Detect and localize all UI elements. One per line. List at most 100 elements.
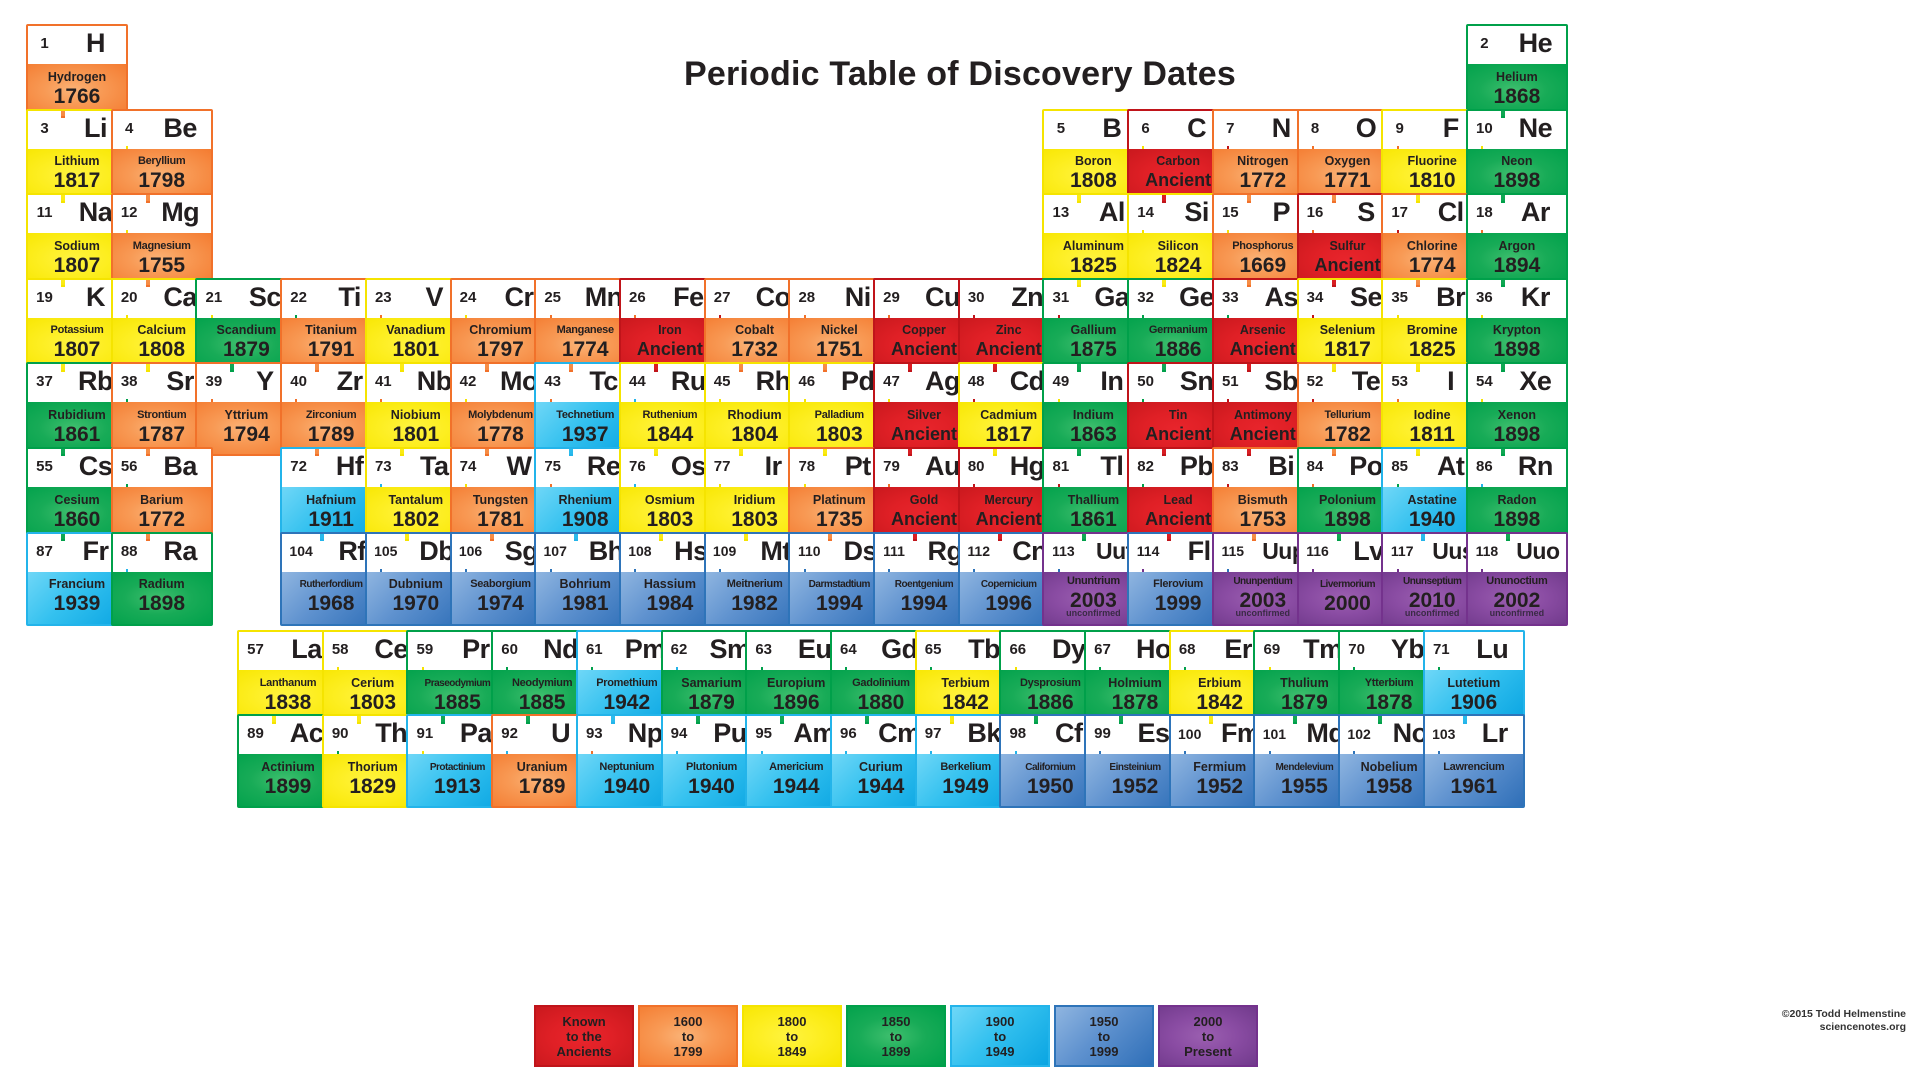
- element-name: Mendelevium: [1275, 761, 1334, 773]
- discovery-year: 1879: [688, 690, 735, 714]
- atomic-number: 110: [790, 533, 829, 569]
- discovery-year: 1772: [1239, 169, 1287, 193]
- discovery-year: Ancient: [1229, 423, 1296, 444]
- element-name: Uranium: [516, 759, 568, 774]
- legend-item-ancient[interactable]: Known to the Ancients: [534, 1005, 634, 1067]
- atomic-number: 63: [747, 632, 781, 667]
- element-name: Francium: [48, 577, 106, 592]
- legend-item-1850-1899[interactable]: 1850 to 1899: [846, 1005, 946, 1067]
- element-name: Sulfur: [1329, 238, 1366, 253]
- atomic-number: 11: [28, 195, 61, 231]
- element-symbol: Ra: [149, 533, 211, 569]
- element-cell-xe[interactable]: 54 Xe Xenon 1898: [1465, 362, 1568, 457]
- atomic-number: 113: [1044, 533, 1083, 569]
- atomic-number: 56: [112, 449, 146, 484]
- element-name: Samarium: [681, 675, 742, 690]
- element-cell-ra[interactable]: 88 Ra Radium 1898: [110, 531, 213, 626]
- element-symbol: Ar: [1504, 195, 1566, 231]
- element-name: Praseodymium: [424, 677, 491, 689]
- element-cell-mg[interactable]: 12 Mg Magnesium 1755: [110, 193, 213, 288]
- discovery-year: 1766: [53, 84, 101, 108]
- legend-label-line: to: [993, 1028, 1007, 1044]
- element-name: Hafnium: [306, 492, 357, 507]
- discovery-year: Ancient: [1145, 508, 1212, 529]
- element-cell-ne[interactable]: 10 Ne Neon 1898: [1465, 108, 1568, 203]
- discovery-year: 1807: [53, 338, 101, 362]
- discovery-year: 1803: [815, 422, 863, 446]
- element-name: Actinium: [261, 759, 315, 774]
- discovery-year: Ancient: [1145, 170, 1212, 191]
- element-name: Tellurium: [1324, 408, 1371, 421]
- atomic-number: 14: [1129, 195, 1163, 231]
- element-cell-ba[interactable]: 56 Ba Barium 1772: [110, 447, 213, 541]
- discovery-year: 1896: [772, 690, 820, 714]
- element-name: Zinc: [995, 323, 1022, 338]
- atomic-number: 31: [1044, 279, 1078, 315]
- atomic-number: 61: [577, 632, 611, 667]
- element-cell-he[interactable]: 2 He Helium 1868: [1465, 24, 1568, 118]
- element-cell-lu[interactable]: 71 Lu Lutetium 1906: [1422, 630, 1525, 724]
- element-name: Bohrium: [559, 577, 611, 592]
- element-name: Iridium: [733, 492, 776, 507]
- element-cell-h[interactable]: 1 H Hydrogen 1766: [26, 24, 128, 118]
- legend-label-line: to: [1201, 1028, 1215, 1044]
- atomic-number: 79: [875, 449, 908, 484]
- atomic-number: 32: [1129, 279, 1163, 315]
- atomic-number: 43: [536, 364, 570, 400]
- element-name: Europium: [767, 675, 826, 690]
- element-cell-lr[interactable]: 103 Lr Lawrencium 1961: [1422, 714, 1525, 808]
- legend-item-1950-1999[interactable]: 1950 to 1999: [1054, 1005, 1154, 1067]
- atomic-number: 66: [1001, 632, 1035, 667]
- discovery-year: 1842: [1196, 690, 1244, 714]
- element-name: Arsenic: [1239, 323, 1286, 338]
- atomic-number: 20: [112, 279, 146, 315]
- legend-label-line: 2000: [1193, 1013, 1223, 1029]
- element-symbol: Kr: [1504, 279, 1566, 315]
- discovery-year: 1817: [53, 169, 101, 193]
- legend-label-line: Known: [562, 1013, 606, 1029]
- discovery-year: 1808: [1070, 169, 1117, 193]
- atomic-number: 65: [916, 632, 950, 667]
- legend-label-line: Ancients: [556, 1043, 612, 1059]
- element-symbol: Ba: [149, 449, 211, 484]
- element-name: Livermorium: [1319, 579, 1376, 591]
- discovery-year: 1958: [1365, 774, 1413, 798]
- legend-item-1600-1799[interactable]: 1600 to 1799: [638, 1005, 738, 1067]
- atomic-number: 86: [1467, 449, 1501, 484]
- discovery-year: 1898: [1493, 169, 1541, 193]
- discovery-year: 1908: [561, 507, 609, 531]
- element-cell-uuo[interactable]: 118 Uuo Ununoctium 2002 unconfirmed: [1465, 531, 1568, 626]
- element-name: Americium: [769, 760, 824, 773]
- atomic-number: 104: [282, 533, 321, 569]
- atomic-number: 83: [1213, 449, 1247, 484]
- legend-item-1800-1849[interactable]: 1800 to 1849: [742, 1005, 842, 1067]
- element-cell-ar[interactable]: 18 Ar Argon 1894: [1465, 193, 1568, 288]
- atomic-number: 18: [1467, 195, 1501, 231]
- legend-swatch: 2000 to Present: [1160, 1007, 1256, 1065]
- legend-item-2000-present[interactable]: 2000 to Present: [1158, 1005, 1258, 1067]
- discovery-year: 1781: [477, 507, 524, 531]
- legend-label-line: to the: [566, 1028, 602, 1044]
- discovery-year: 1774: [561, 338, 609, 362]
- element-name: Molybdenum: [468, 408, 533, 421]
- element-name: Strontium: [137, 408, 187, 421]
- discovery-year: 1753: [1239, 507, 1287, 531]
- element-cell-kr[interactable]: 36 Kr Krypton 1898: [1465, 277, 1568, 372]
- element-cell-rn[interactable]: 86 Rn Radon 1898: [1465, 447, 1568, 541]
- discovery-year: 1911: [308, 507, 354, 531]
- cell-body: Ununoctium 2002 unconfirmed: [1467, 571, 1566, 624]
- discovery-year: 1968: [307, 592, 355, 616]
- atomic-number: 37: [28, 364, 61, 400]
- element-name: Iodine: [1413, 407, 1451, 422]
- atomic-number: 24: [451, 279, 485, 315]
- element-name: Antimony: [1233, 407, 1292, 422]
- element-cell-be[interactable]: 4 Be Beryllium 1798: [110, 108, 213, 203]
- cell-header: 12 Mg: [112, 195, 211, 233]
- element-name: Lithium: [54, 154, 100, 169]
- atomic-number: 92: [493, 716, 527, 751]
- element-name: Gadolinium: [852, 676, 910, 689]
- element-name: Cadmium: [980, 407, 1038, 422]
- element-name: Osmium: [644, 492, 695, 507]
- legend-item-1900-1949[interactable]: 1900 to 1949: [950, 1005, 1050, 1067]
- discovery-year: 1981: [561, 592, 609, 616]
